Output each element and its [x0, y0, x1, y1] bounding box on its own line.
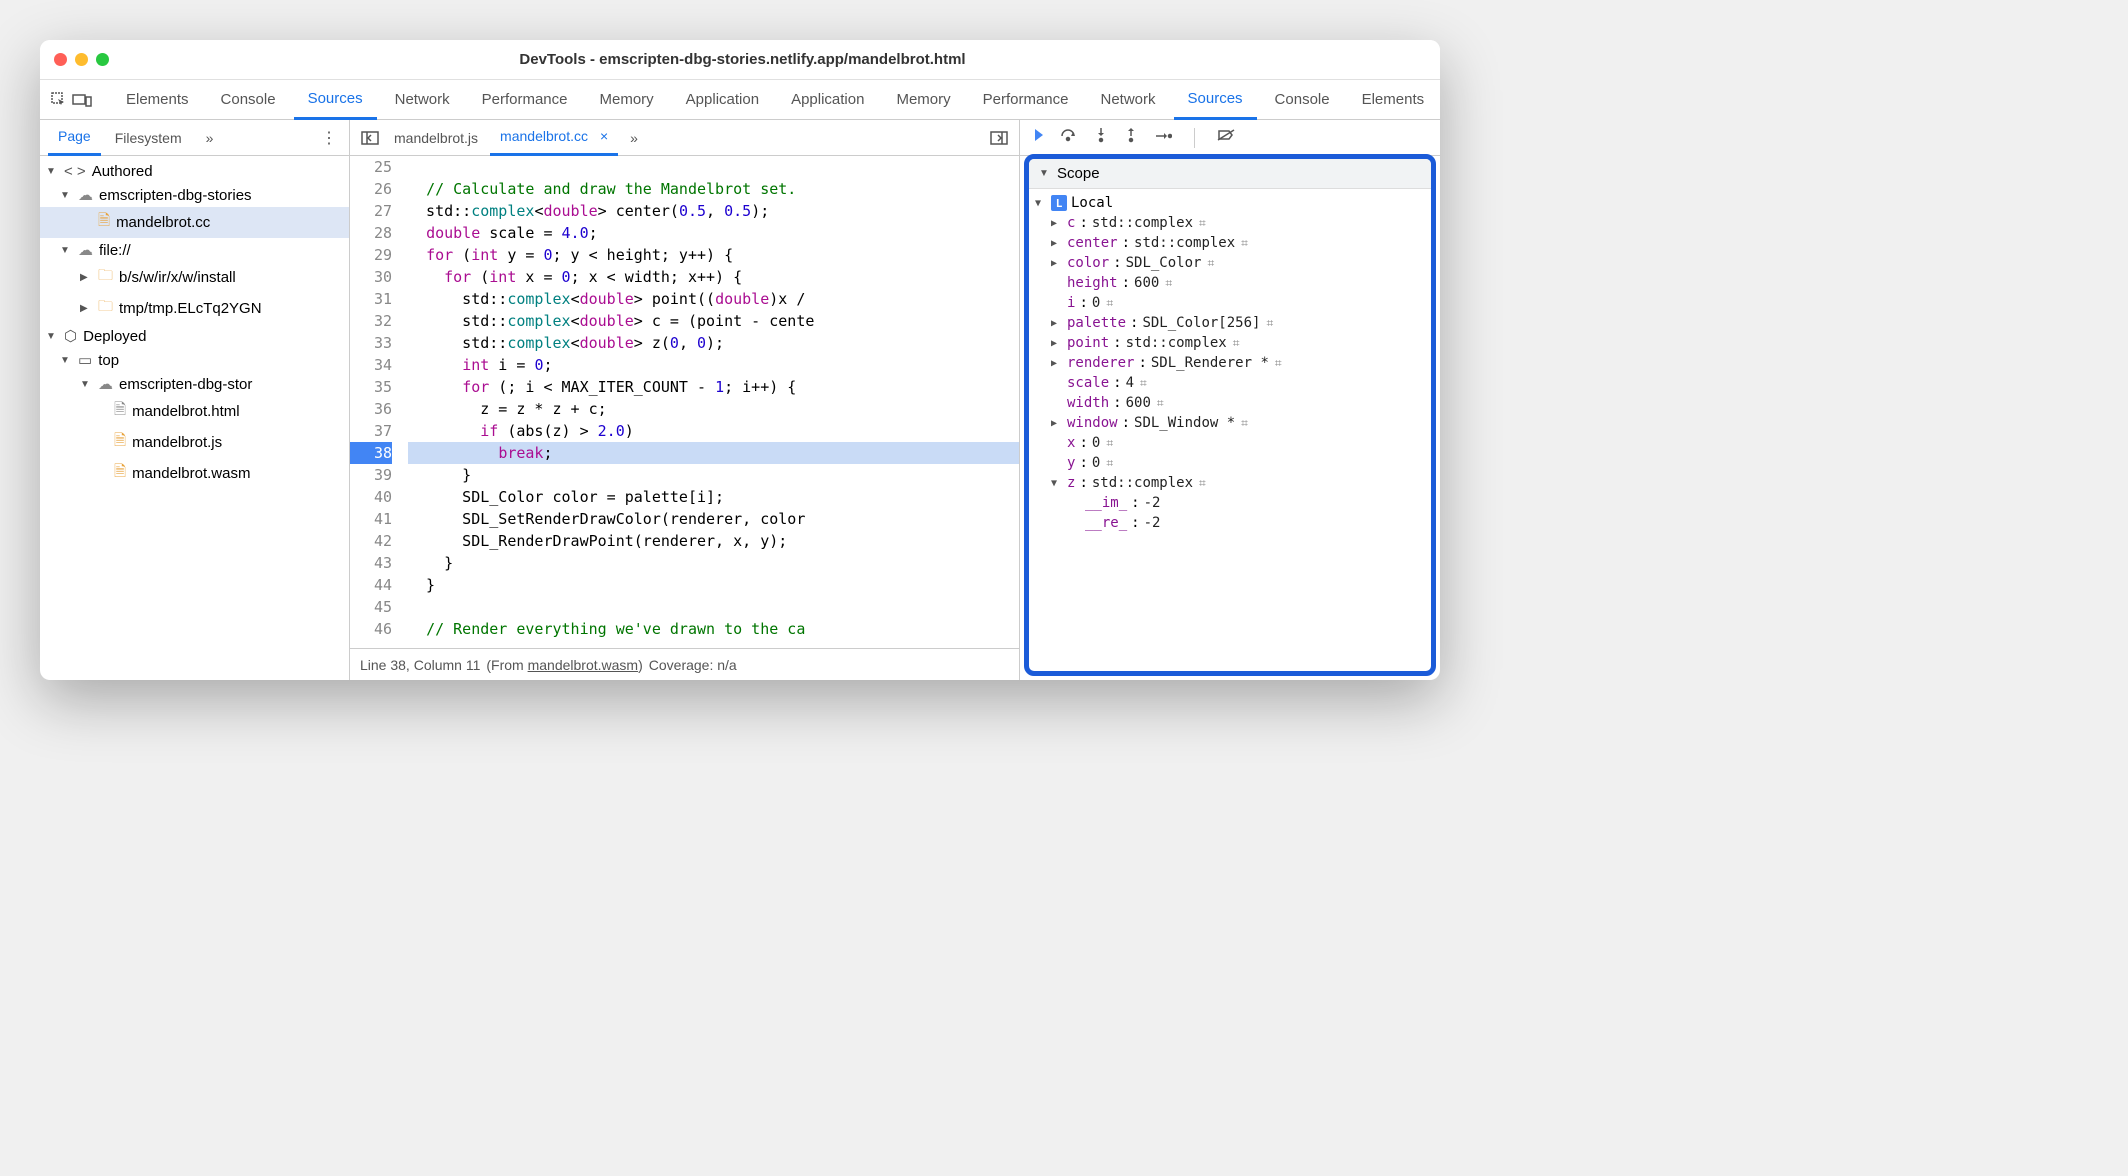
tab-elements[interactable]: Elements — [1348, 80, 1439, 120]
tab-elements[interactable]: Elements — [112, 80, 203, 120]
tree-cloud[interactable]: ▼☁emscripten-dbg-stor — [40, 372, 349, 396]
scope-var[interactable]: width: 600⌗ — [1035, 393, 1425, 413]
scope-var[interactable]: ▼z: std::complex⌗ — [1035, 473, 1425, 493]
source-map-info: (From mandelbrot.wasm) — [486, 657, 642, 673]
memory-icon[interactable]: ⌗ — [1106, 436, 1113, 451]
memory-icon[interactable]: ⌗ — [1241, 416, 1248, 431]
memory-icon[interactable]: ⌗ — [1275, 356, 1282, 371]
scope-var[interactable]: ▶c: std::complex⌗ — [1035, 213, 1425, 233]
scope-var[interactable]: i: 0⌗ — [1035, 293, 1425, 313]
code-editor[interactable]: 2526272829303132333435363738394041424344… — [350, 156, 1019, 648]
scope-var[interactable]: ▶point: std::complex⌗ — [1035, 333, 1425, 353]
memory-icon[interactable]: ⌗ — [1199, 476, 1206, 491]
toggle-navigator-icon[interactable] — [358, 126, 382, 150]
editor-tab[interactable]: mandelbrot.js — [384, 120, 488, 156]
tree-folder[interactable]: ▶🗀b/s/w/ir/x/w/install — [40, 262, 349, 293]
memory-icon[interactable]: ⌗ — [1199, 216, 1206, 231]
tab-memory[interactable]: Memory — [586, 80, 668, 120]
memory-icon[interactable]: ⌗ — [1207, 256, 1214, 271]
side-tab-filesystem[interactable]: Filesystem — [105, 120, 192, 156]
tree-file-proto[interactable]: ▼☁file:// — [40, 238, 349, 262]
device-icon[interactable] — [72, 88, 92, 112]
tree-authored[interactable]: ▼< >Authored — [40, 160, 349, 183]
tab-performance[interactable]: Performance — [969, 80, 1083, 120]
tree-file-wasm[interactable]: 🗎mandelbrot.wasm — [40, 458, 349, 489]
tab-application[interactable]: Application — [672, 80, 773, 120]
tree-file-mandelbrot-cc[interactable]: 🗎mandelbrot.cc — [40, 207, 349, 238]
maximize-icon[interactable] — [96, 53, 109, 66]
memory-icon[interactable]: ⌗ — [1140, 376, 1147, 391]
resume-icon[interactable] — [1028, 127, 1044, 148]
step-over-icon[interactable] — [1060, 128, 1078, 147]
more-side-tabs-icon[interactable]: » — [196, 120, 224, 156]
navigator-menu-icon[interactable]: ⋮ — [317, 126, 341, 150]
main-toolbar: ElementsConsoleSourcesNetworkPerformance… — [40, 80, 1440, 120]
titlebar: DevTools - emscripten-dbg-stories.netlif… — [40, 40, 1440, 80]
tab-performance[interactable]: Performance — [468, 80, 582, 120]
step-out-icon[interactable] — [1124, 127, 1138, 148]
debug-controls — [1020, 120, 1440, 156]
tab-sources[interactable]: Sources — [294, 80, 377, 120]
coverage-info: Coverage: n/a — [649, 657, 737, 673]
editor-tab[interactable]: mandelbrot.cc× — [490, 120, 618, 156]
more-editor-tabs-icon[interactable]: » — [620, 120, 648, 156]
devtools-window: DevTools - emscripten-dbg-stories.netlif… — [40, 40, 1440, 680]
memory-icon[interactable]: ⌗ — [1266, 316, 1273, 331]
debugger-pane: ▼Scope ▼LLocal ▶c: std::complex⌗▶center:… — [1020, 120, 1440, 680]
memory-icon[interactable]: ⌗ — [1165, 276, 1172, 291]
minimize-icon[interactable] — [75, 53, 88, 66]
tree-file-html[interactable]: 🗎mandelbrot.html — [40, 396, 349, 427]
scope-var-child[interactable]: __im_: -2 — [1035, 493, 1425, 513]
scope-var[interactable]: x: 0⌗ — [1035, 433, 1425, 453]
scope-var[interactable]: ▶palette: SDL_Color[256]⌗ — [1035, 313, 1425, 333]
navigator-sidebar: PageFilesystem » ⋮ ▼< >Authored ▼☁emscri… — [40, 120, 350, 680]
close-icon[interactable] — [54, 53, 67, 66]
memory-icon[interactable]: ⌗ — [1106, 296, 1113, 311]
scope-var[interactable]: ▶center: std::complex⌗ — [1035, 233, 1425, 253]
tab-console[interactable]: Console — [1261, 80, 1344, 120]
tree-folder[interactable]: ▶🗀tmp/tmp.ELcTq2YGN — [40, 293, 349, 324]
inspect-icon[interactable] — [50, 88, 68, 112]
tab-network[interactable]: Network — [1087, 80, 1170, 120]
memory-icon[interactable]: ⌗ — [1106, 456, 1113, 471]
scope-var[interactable]: height: 600⌗ — [1035, 273, 1425, 293]
tree-file-js[interactable]: 🗎mandelbrot.js — [40, 427, 349, 458]
tab-network[interactable]: Network — [381, 80, 464, 120]
tree-top[interactable]: ▼▭top — [40, 348, 349, 372]
toggle-debugger-icon[interactable] — [987, 126, 1011, 150]
file-tree: ▼< >Authored ▼☁emscripten-dbg-stories 🗎m… — [40, 156, 349, 680]
memory-icon[interactable]: ⌗ — [1241, 236, 1248, 251]
tab-memory[interactable]: Memory — [882, 80, 964, 120]
memory-icon[interactable]: ⌗ — [1157, 396, 1164, 411]
local-badge-icon: L — [1051, 195, 1067, 211]
scope-var-child[interactable]: __re_: -2 — [1035, 513, 1425, 533]
scope-local[interactable]: ▼LLocal — [1035, 193, 1425, 213]
step-into-icon[interactable] — [1094, 127, 1108, 148]
scope-panel: ▼Scope ▼LLocal ▶c: std::complex⌗▶center:… — [1024, 154, 1436, 676]
scope-var[interactable]: ▶color: SDL_Color⌗ — [1035, 253, 1425, 273]
scope-var[interactable]: y: 0⌗ — [1035, 453, 1425, 473]
tree-cloud[interactable]: ▼☁emscripten-dbg-stories — [40, 183, 349, 207]
scope-var[interactable]: ▶renderer: SDL_Renderer *⌗ — [1035, 353, 1425, 373]
tab-application[interactable]: Application — [777, 80, 878, 120]
cursor-position: Line 38, Column 11 — [360, 657, 480, 673]
scope-var[interactable]: ▶window: SDL_Window *⌗ — [1035, 413, 1425, 433]
scope-header[interactable]: ▼Scope — [1029, 159, 1431, 189]
tree-deployed[interactable]: ▼⬡Deployed — [40, 324, 349, 348]
traffic-lights — [54, 53, 109, 66]
close-tab-icon[interactable]: × — [600, 128, 608, 144]
editor-status: Line 38, Column 11 (From mandelbrot.wasm… — [350, 648, 1019, 680]
editor-pane: mandelbrot.jsmandelbrot.cc× » 2526272829… — [350, 120, 1020, 680]
tab-console[interactable]: Console — [207, 80, 290, 120]
scope-var[interactable]: scale: 4⌗ — [1035, 373, 1425, 393]
source-link[interactable]: mandelbrot.wasm — [528, 657, 639, 673]
deactivate-breakpoints-icon[interactable] — [1217, 128, 1235, 147]
step-icon[interactable] — [1154, 129, 1172, 147]
memory-icon[interactable]: ⌗ — [1233, 336, 1240, 351]
tab-sources[interactable]: Sources — [1174, 80, 1257, 120]
side-tab-page[interactable]: Page — [48, 120, 101, 156]
window-title: DevTools - emscripten-dbg-stories.netlif… — [109, 51, 1376, 68]
